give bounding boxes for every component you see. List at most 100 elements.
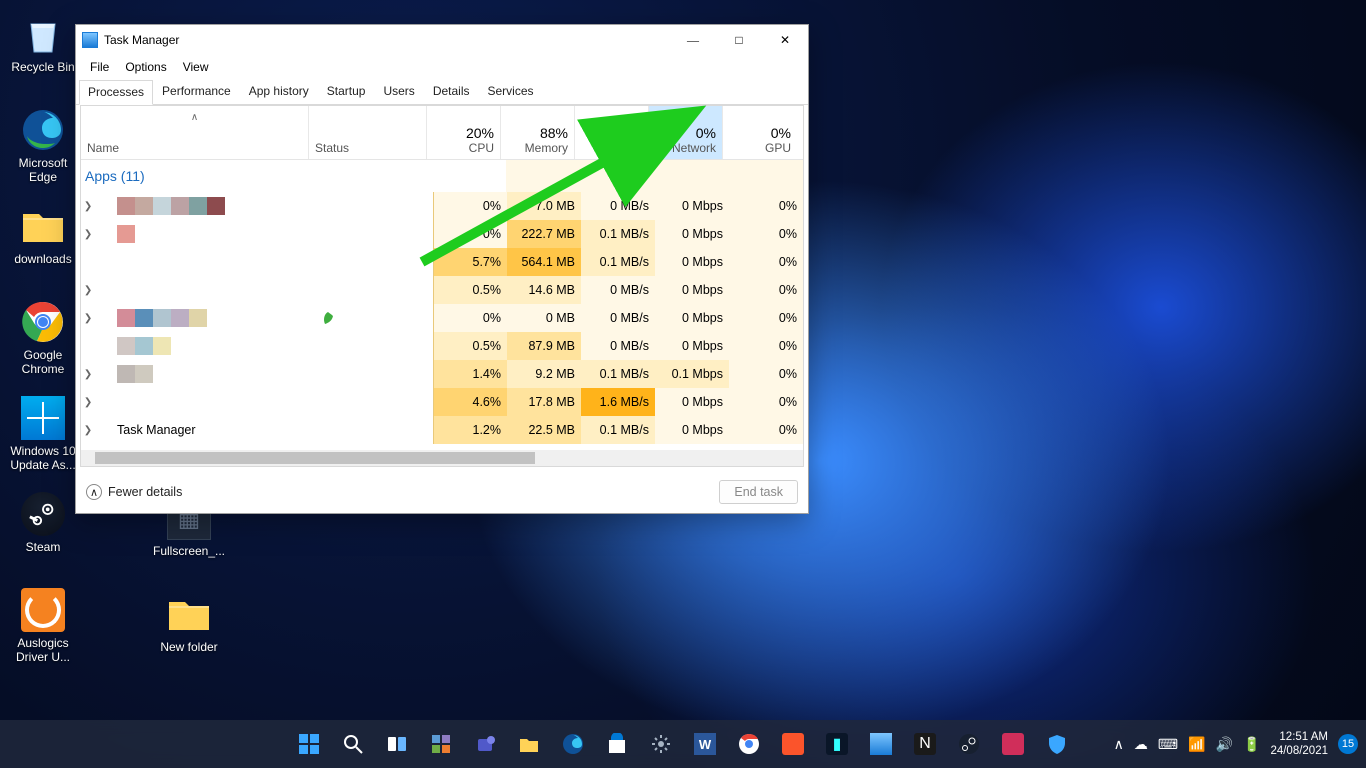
taskbar-app1-icon[interactable]: ▮ bbox=[817, 724, 857, 764]
auslogics-icon bbox=[19, 586, 67, 634]
taskbar-security-icon[interactable] bbox=[1037, 724, 1077, 764]
expand-caret-icon[interactable]: ❯ bbox=[81, 369, 95, 380]
process-row[interactable]: ❯ Task Manager 1.2% 22.5 MB 0.1 MB/s 0 M… bbox=[81, 416, 803, 444]
maximize-button[interactable]: □ bbox=[716, 25, 762, 55]
process-icon bbox=[95, 309, 111, 327]
gpu-cell: 0% bbox=[729, 248, 803, 276]
menu-view[interactable]: View bbox=[175, 57, 217, 77]
redacted-name bbox=[117, 197, 321, 215]
col-disk[interactable]: 34%Disk bbox=[575, 106, 649, 159]
menu-file[interactable]: File bbox=[82, 57, 117, 77]
status-cell bbox=[321, 311, 433, 325]
volume-icon[interactable]: 🔊 bbox=[1216, 736, 1233, 753]
process-icon bbox=[95, 253, 111, 271]
expand-caret-icon[interactable]: ❯ bbox=[81, 229, 95, 240]
taskbar-taskmgr-icon[interactable] bbox=[861, 724, 901, 764]
taskbar-search-icon[interactable] bbox=[333, 724, 373, 764]
scrollbar-thumb[interactable] bbox=[95, 452, 535, 464]
desktop-icon-steam[interactable]: Steam bbox=[4, 486, 82, 582]
taskbar-settings-icon[interactable] bbox=[641, 724, 681, 764]
tab-details[interactable]: Details bbox=[424, 79, 479, 104]
expand-caret-icon[interactable]: ❯ bbox=[81, 201, 95, 212]
gpu-cell: 0% bbox=[729, 220, 803, 248]
desktop-icon-chrome[interactable]: Google Chrome bbox=[4, 294, 82, 390]
tab-startup[interactable]: Startup bbox=[318, 79, 375, 104]
desktop-icon-downloads[interactable]: downloads bbox=[4, 198, 82, 294]
group-apps[interactable]: Apps (11) bbox=[81, 160, 803, 192]
taskbar-start-icon[interactable] bbox=[289, 724, 329, 764]
process-row[interactable]: ❯ 4.6% 17.8 MB 1.6 MB/s 0 Mbps 0% bbox=[81, 388, 803, 416]
process-row[interactable]: 5.7% 564.1 MB 0.1 MB/s 0 Mbps 0% bbox=[81, 248, 803, 276]
col-gpu[interactable]: 0%GPU bbox=[723, 106, 797, 159]
desktop-icon-win10-update[interactable]: Windows 10 Update As... bbox=[4, 390, 82, 486]
expand-caret-icon[interactable]: ❯ bbox=[81, 425, 95, 436]
end-task-button[interactable]: End task bbox=[719, 480, 798, 504]
taskbar-taskview-icon[interactable] bbox=[377, 724, 417, 764]
network-cell: 0.1 Mbps bbox=[655, 360, 729, 388]
minimize-button[interactable]: — bbox=[670, 25, 716, 55]
desktop-icon-label: downloads bbox=[14, 252, 71, 266]
cpu-cell: 0.5% bbox=[433, 276, 507, 304]
taskbar-edge-icon[interactable] bbox=[553, 724, 593, 764]
column-headers: ∧ Name Status 20%CPU 88%Memory 34%Disk 0… bbox=[81, 106, 803, 160]
taskbar-teams-icon[interactable] bbox=[465, 724, 505, 764]
wifi-icon[interactable]: 📶 bbox=[1188, 736, 1205, 753]
taskbar-steam-icon[interactable] bbox=[949, 724, 989, 764]
taskbar-app3-icon[interactable] bbox=[993, 724, 1033, 764]
recycle-bin-icon bbox=[19, 10, 67, 58]
titlebar[interactable]: Task Manager — □ ✕ bbox=[76, 25, 808, 55]
taskbar-brave-icon[interactable] bbox=[773, 724, 813, 764]
expand-caret-icon[interactable]: ❯ bbox=[81, 397, 95, 408]
col-network[interactable]: 0%Network bbox=[649, 106, 723, 159]
onedrive-icon[interactable]: ☁ bbox=[1134, 736, 1148, 753]
taskbar-word-icon[interactable]: W bbox=[685, 724, 725, 764]
col-name[interactable]: ∧ Name bbox=[81, 106, 309, 159]
col-cpu[interactable]: 20%CPU bbox=[427, 106, 501, 159]
taskbar-explorer-icon[interactable] bbox=[509, 724, 549, 764]
col-memory[interactable]: 88%Memory bbox=[501, 106, 575, 159]
process-row[interactable]: 0.5% 87.9 MB 0 MB/s 0 Mbps 0% bbox=[81, 332, 803, 360]
taskbar-app2-icon[interactable]: N bbox=[905, 724, 945, 764]
memory-cell: 9.2 MB bbox=[507, 360, 581, 388]
taskbar-clock[interactable]: 12:51 AM 24/08/2021 bbox=[1270, 730, 1328, 758]
memory-cell: 14.6 MB bbox=[507, 276, 581, 304]
taskbar-chrome-icon[interactable] bbox=[729, 724, 769, 764]
desktop-icon-recycle-bin[interactable]: Recycle Bin bbox=[4, 6, 82, 102]
process-row[interactable]: ❯ 0% 222.7 MB 0.1 MB/s 0 Mbps 0% bbox=[81, 220, 803, 248]
keyboard-icon[interactable]: ⌨ bbox=[1158, 736, 1178, 753]
desktop-icon-auslogics[interactable]: Auslogics Driver U... bbox=[4, 582, 82, 678]
expand-caret-icon[interactable]: ❯ bbox=[81, 285, 95, 296]
process-icon bbox=[95, 393, 111, 411]
taskbar-widgets-icon[interactable] bbox=[421, 724, 461, 764]
battery-icon[interactable]: 🔋 bbox=[1243, 736, 1260, 753]
gpu-cell: 0% bbox=[729, 360, 803, 388]
process-row[interactable]: ❯ 1.4% 9.2 MB 0.1 MB/s 0.1 Mbps 0% bbox=[81, 360, 803, 388]
fewer-details-toggle[interactable]: ∧ Fewer details bbox=[86, 484, 182, 500]
process-row[interactable]: ❯ 0% 7.0 MB 0 MB/s 0 Mbps 0% bbox=[81, 192, 803, 220]
gpu-cell: 0% bbox=[729, 332, 803, 360]
process-row[interactable]: ❯ 0.5% 14.6 MB 0 MB/s 0 Mbps 0% bbox=[81, 276, 803, 304]
col-status[interactable]: Status bbox=[309, 106, 427, 159]
tray-chevron-icon[interactable]: ∧ bbox=[1114, 736, 1124, 753]
tab-performance[interactable]: Performance bbox=[153, 79, 240, 104]
expand-caret-icon[interactable]: ❯ bbox=[81, 313, 95, 324]
taskbar-store-icon[interactable] bbox=[597, 724, 637, 764]
tab-users[interactable]: Users bbox=[374, 79, 423, 104]
tab-app-history[interactable]: App history bbox=[240, 79, 318, 104]
horizontal-scrollbar[interactable] bbox=[81, 450, 803, 466]
memory-cell: 7.0 MB bbox=[507, 192, 581, 220]
disk-cell: 0 MB/s bbox=[581, 192, 655, 220]
redacted-name bbox=[117, 337, 321, 355]
close-button[interactable]: ✕ bbox=[762, 25, 808, 55]
cpu-cell: 5.7% bbox=[433, 248, 507, 276]
desktop-icon-newfolder[interactable]: New folder bbox=[150, 586, 228, 682]
downloads-icon bbox=[19, 202, 67, 250]
desktop-icon-edge[interactable]: Microsoft Edge bbox=[4, 102, 82, 198]
tab-services[interactable]: Services bbox=[479, 79, 543, 104]
notifications-badge[interactable]: 15 bbox=[1338, 734, 1358, 754]
tab-processes[interactable]: Processes bbox=[79, 80, 153, 105]
task-manager-window: Task Manager — □ ✕ FileOptionsView Proce… bbox=[75, 24, 809, 514]
process-row[interactable]: ❯ 0% 0 MB 0 MB/s 0 Mbps 0% bbox=[81, 304, 803, 332]
disk-cell: 0.1 MB/s bbox=[581, 248, 655, 276]
menu-options[interactable]: Options bbox=[117, 57, 174, 77]
